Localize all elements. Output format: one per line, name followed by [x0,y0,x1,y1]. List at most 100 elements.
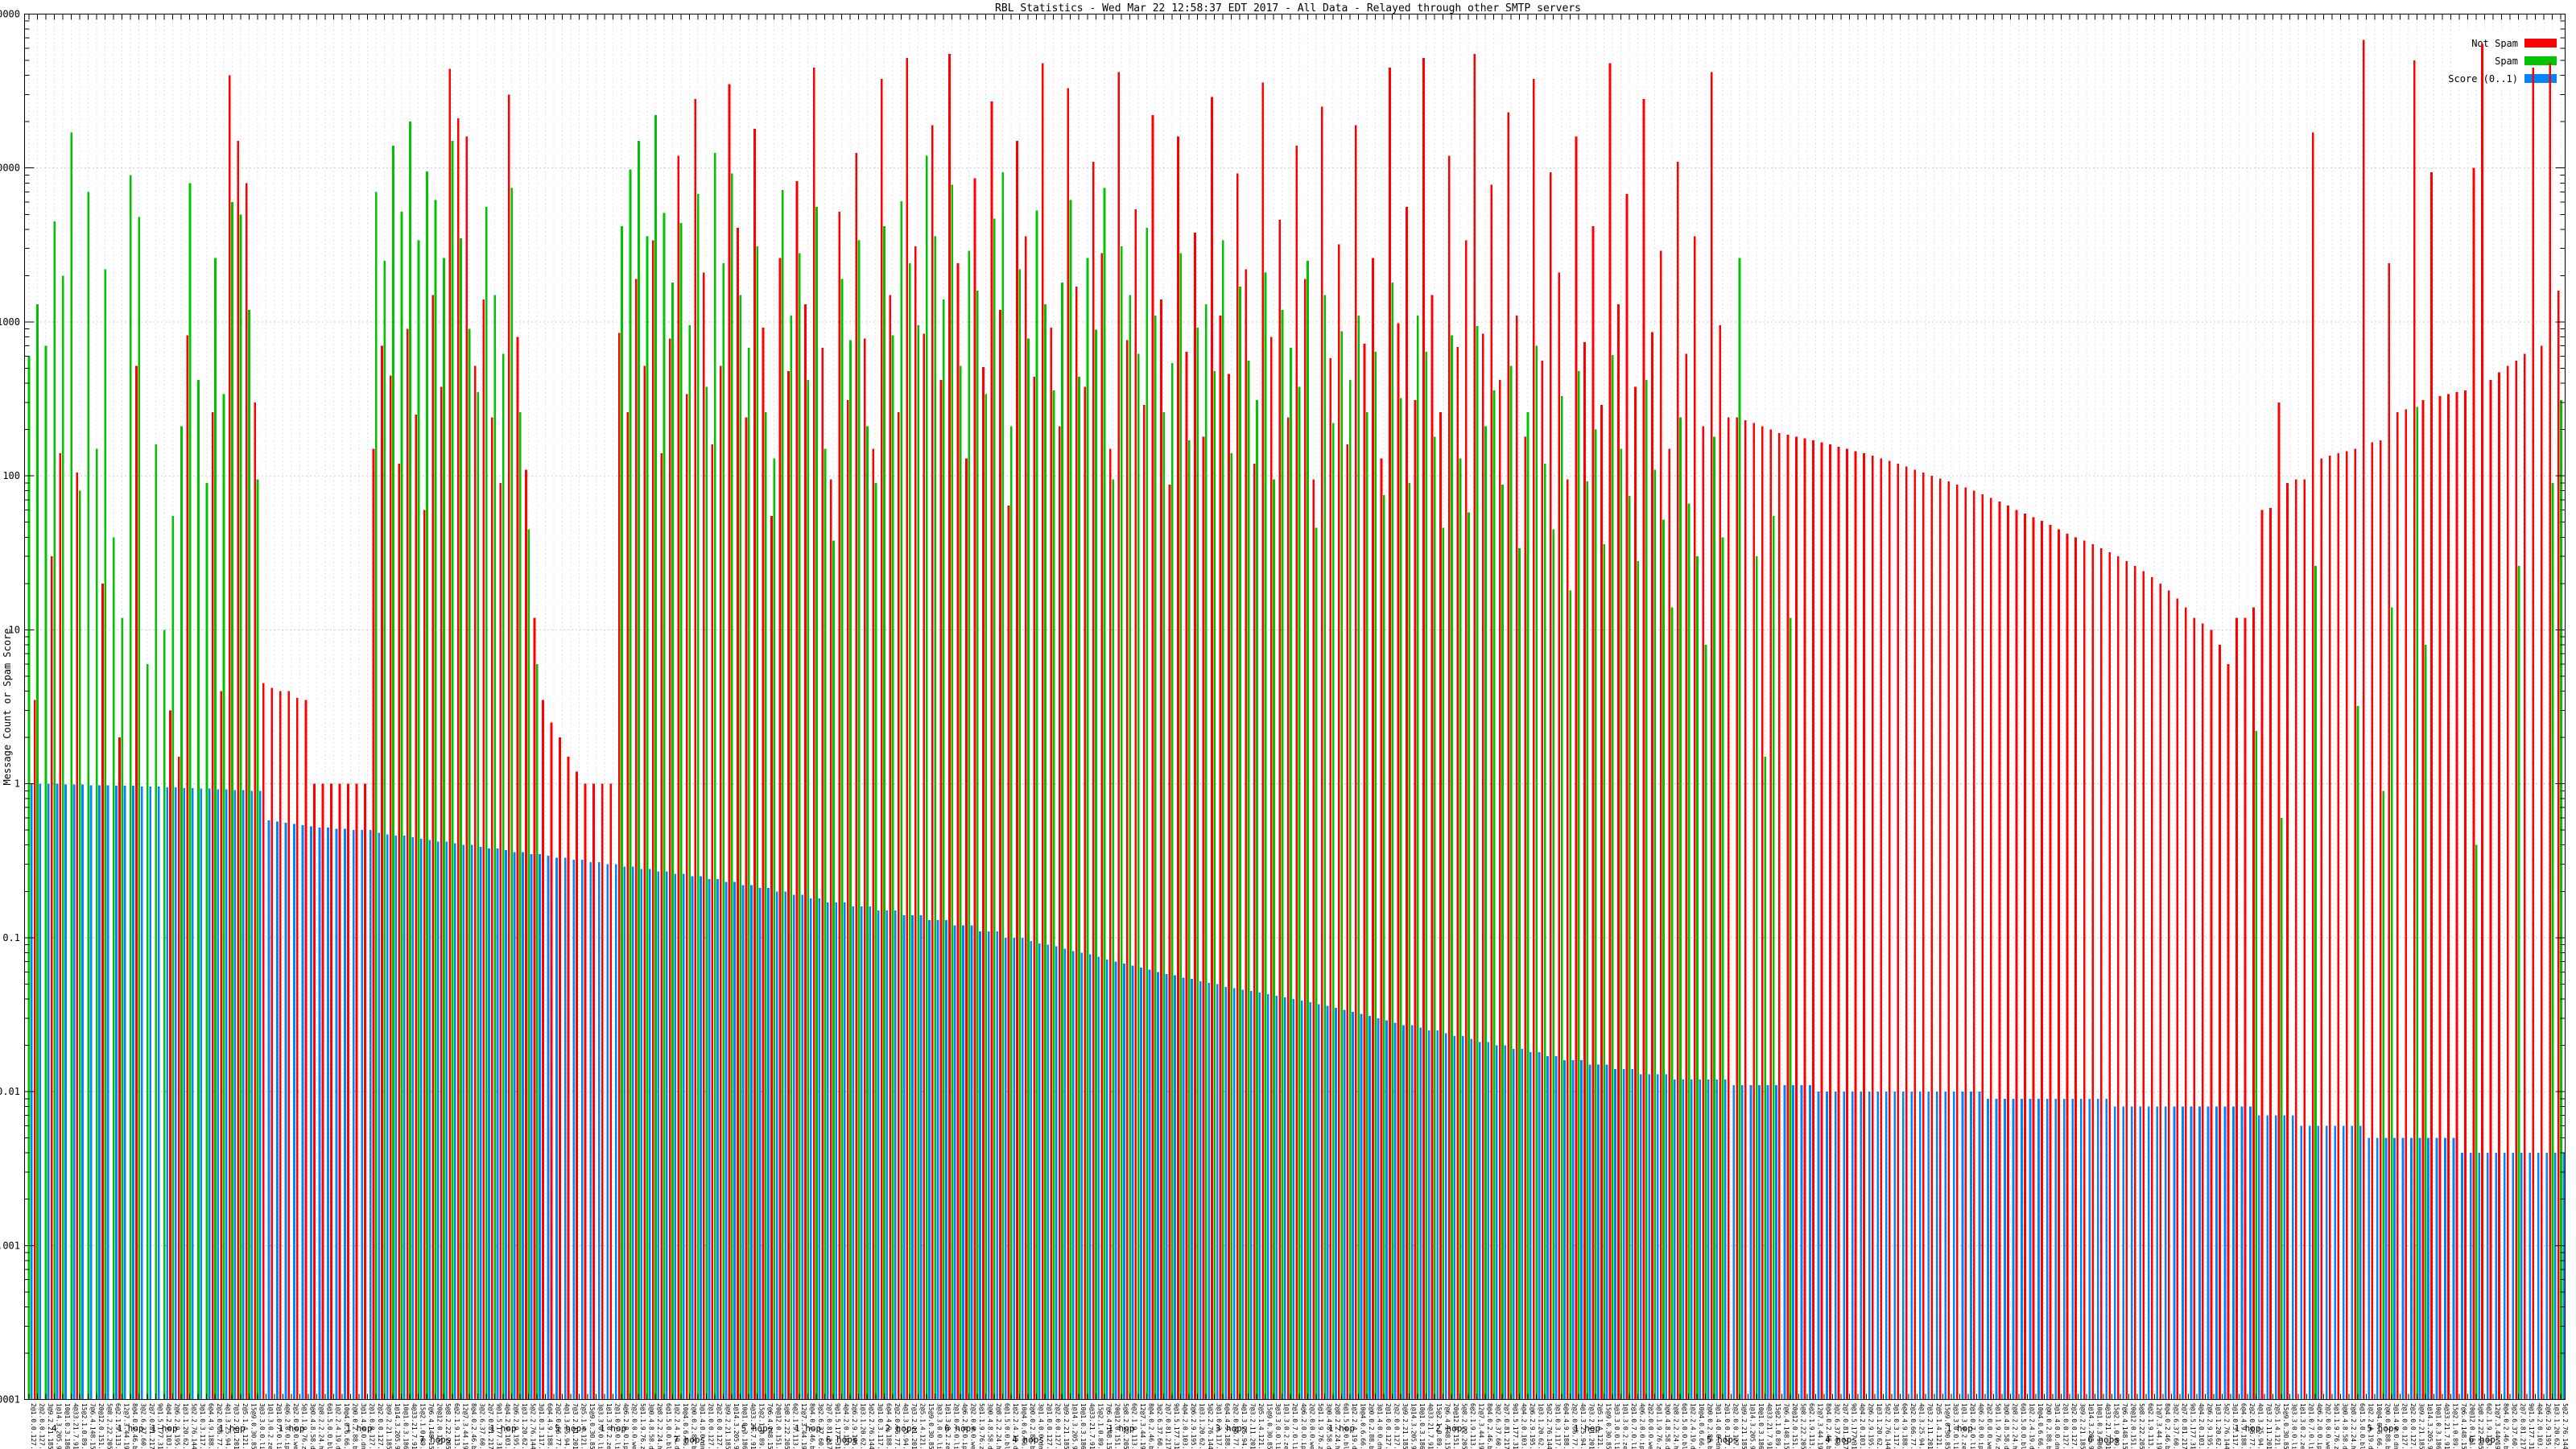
x-tick-label: 2@2.0.0.127.bl.spamcop.net [38,1403,45,1449]
bar-score [513,852,516,1400]
bar-not-spam [1067,88,1070,1400]
bar-score [1970,1092,1972,1400]
bar-not-spam [1092,161,1095,1400]
bar-score [1622,1069,1625,1400]
legend-label-spam: Spam [2495,56,2518,67]
bar-spam [917,325,919,1400]
bar-score [1478,1042,1481,1400]
bar-score [580,860,584,1400]
bar-score [1258,993,1261,1400]
bar-spam [1543,464,1546,1400]
bar-score [1732,1085,1736,1400]
bar-not-spam [1685,353,1688,1400]
x-tick-label: 3@3.3.0.0.list.dnswl.org [935,1403,943,1449]
bar-spam [688,325,691,1400]
bar-score [606,864,609,1400]
bar-not-spam [2438,396,2442,1400]
x-tick-label: 1@3.1.20.62.db.wpbl.info [1199,1403,1206,1449]
bar-spam [1162,411,1166,1400]
bar-score [683,873,685,1400]
bar-not-spam [965,458,968,1400]
bar-not-spam [2252,607,2255,1400]
bar-not-spam [1769,429,1773,1400]
bar-spam [205,482,208,1400]
bar-not-spam [2116,556,2120,1400]
bar-spam [1535,345,1538,1400]
bar-score [2249,1106,2252,1400]
bar-spam [1425,352,1428,1400]
x-tick-label: 6@1.5.0.0.bl.drmx.org [326,1403,333,1449]
bar-score [2240,1106,2244,1400]
bar-spam [1256,400,1258,1400]
bar-score [860,906,863,1400]
bar-score [1275,995,1278,1400]
hop-count-label: 6 hops [2469,1435,2501,1445]
bar-not-spam [1693,236,1696,1400]
bar-not-spam [863,338,866,1400]
bar-score [2122,1106,2125,1400]
bar-spam [493,295,496,1400]
x-tick-label: 1@1.3.0.2.zen.spamhaus.org [1283,1403,1290,1449]
bar-score [419,838,423,1400]
bar-spam [1281,309,1284,1400]
bar-spam [502,353,505,1400]
bar-not-spam [906,57,909,1400]
x-tick-label: 5@8.2.22.205.ix.dnsbl.manitu.net [1799,1403,1806,1449]
bar-spam [671,283,674,1400]
bar-not-spam [1990,497,1992,1400]
bar-spam [1247,361,1250,1400]
bar-score [1978,1092,1981,1400]
bar-score [2062,1098,2066,1400]
bar-spam [1052,390,1055,1400]
bar-not-spam [737,227,739,1400]
bar-score [454,843,456,1400]
hop-count-label: 4 hops [1012,1435,1044,1445]
bar-not-spam [465,136,469,1400]
bar-spam [1755,556,1758,1400]
bar-spam [1154,316,1157,1400]
bar-not-spam [1185,352,1188,1400]
bar-not-spam [1498,379,1501,1400]
bar-spam [679,222,683,1400]
bar-spam [61,275,64,1400]
bar-spam [146,663,149,1400]
bar-not-spam [1676,161,1679,1400]
bar-score [809,898,812,1400]
x-tick-label: 2@5.1.4.121.zen.spamhaus.org [2274,1403,2281,1449]
bar-score [1758,1085,1761,1400]
bar-not-spam [1312,479,1315,1400]
bar-score [2198,1106,2201,1400]
bar-spam [730,173,733,1400]
legend-swatch-not-spam [2524,39,2557,47]
bar-not-spam [1245,269,1247,1400]
x-tick-label: 1@14.3.205.94.b.barracudacentral.org [394,1403,401,1449]
bar-not-spam [1422,57,1425,1400]
bar-not-spam [440,386,443,1400]
bar-not-spam [2523,353,2526,1400]
bar-not-spam [1380,458,1383,1400]
bar-not-spam [550,722,553,1400]
bar-score [1995,1098,1998,1400]
bar-spam [1239,286,1241,1400]
hop-count-label: 6 hops [826,1435,858,1445]
bar-score [2401,1137,2405,1400]
bar-score [1860,1092,1863,1400]
x-tick-label: 7@3.2.11.201.korea.services.net [1926,1403,1934,1449]
bar-not-spam [795,181,799,1400]
bar-score [741,885,745,1400]
bar-spam [773,458,776,1400]
bar-not-spam [956,263,960,1400]
bar-score [2232,1106,2235,1400]
bar-score [1470,1038,1473,1400]
bar-score [2071,1098,2074,1400]
bar-not-spam [1888,460,1891,1400]
x-tick-label: 7@6.4.148.155.dnsbl-2.uceprotect.net [89,1403,96,1449]
x-tick-label: 8@4.0.2.46.bl.mailspike.net [1486,1403,1493,1449]
bar-not-spam [2447,394,2450,1400]
bar-score [1513,1048,1515,1400]
bar-score [733,881,736,1400]
bar-not-spam [1719,325,1722,1400]
bar-not-spam [2235,617,2238,1400]
bar-score [1495,1045,1498,1400]
bar-not-spam [2549,63,2552,1400]
